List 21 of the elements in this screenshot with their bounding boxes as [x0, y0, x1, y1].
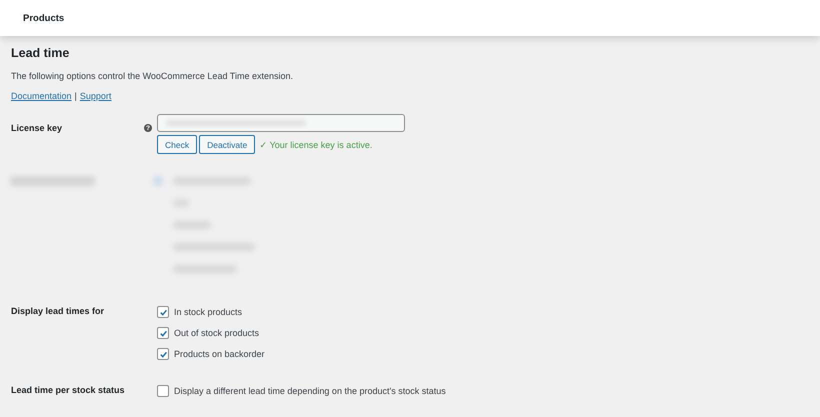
checkbox[interactable]	[157, 348, 169, 360]
license-button[interactable]: Deactivate	[199, 135, 256, 154]
checkbox-label: Display a different lead time depending on the product's stock status	[174, 386, 446, 396]
checkbox-label: Out of stock products	[174, 328, 260, 338]
license-key-field[interactable]	[157, 114, 405, 132]
section-title: Lead time	[11, 46, 70, 60]
help-link[interactable]: Documentation	[11, 91, 72, 101]
checkbox-label: Products on backorder	[174, 349, 265, 359]
checkbox[interactable]	[157, 306, 169, 318]
page-title: Products	[23, 12, 64, 24]
checkbox[interactable]	[157, 327, 169, 339]
link-separator: |	[74, 91, 77, 101]
license-button[interactable]: Check	[157, 135, 198, 154]
license-status: ✓ Your license key is active.	[259, 140, 372, 150]
field-label: Lead time per stock status	[11, 385, 125, 395]
checkbox[interactable]	[157, 385, 169, 397]
help-link[interactable]: Support	[80, 91, 112, 101]
field-label: License key	[11, 123, 62, 133]
checkbox-label: In stock products	[174, 307, 242, 317]
section-description: The following options control the WooCommerce Lead Time extension.	[11, 71, 294, 81]
field-label: Display lead times for	[11, 306, 104, 316]
